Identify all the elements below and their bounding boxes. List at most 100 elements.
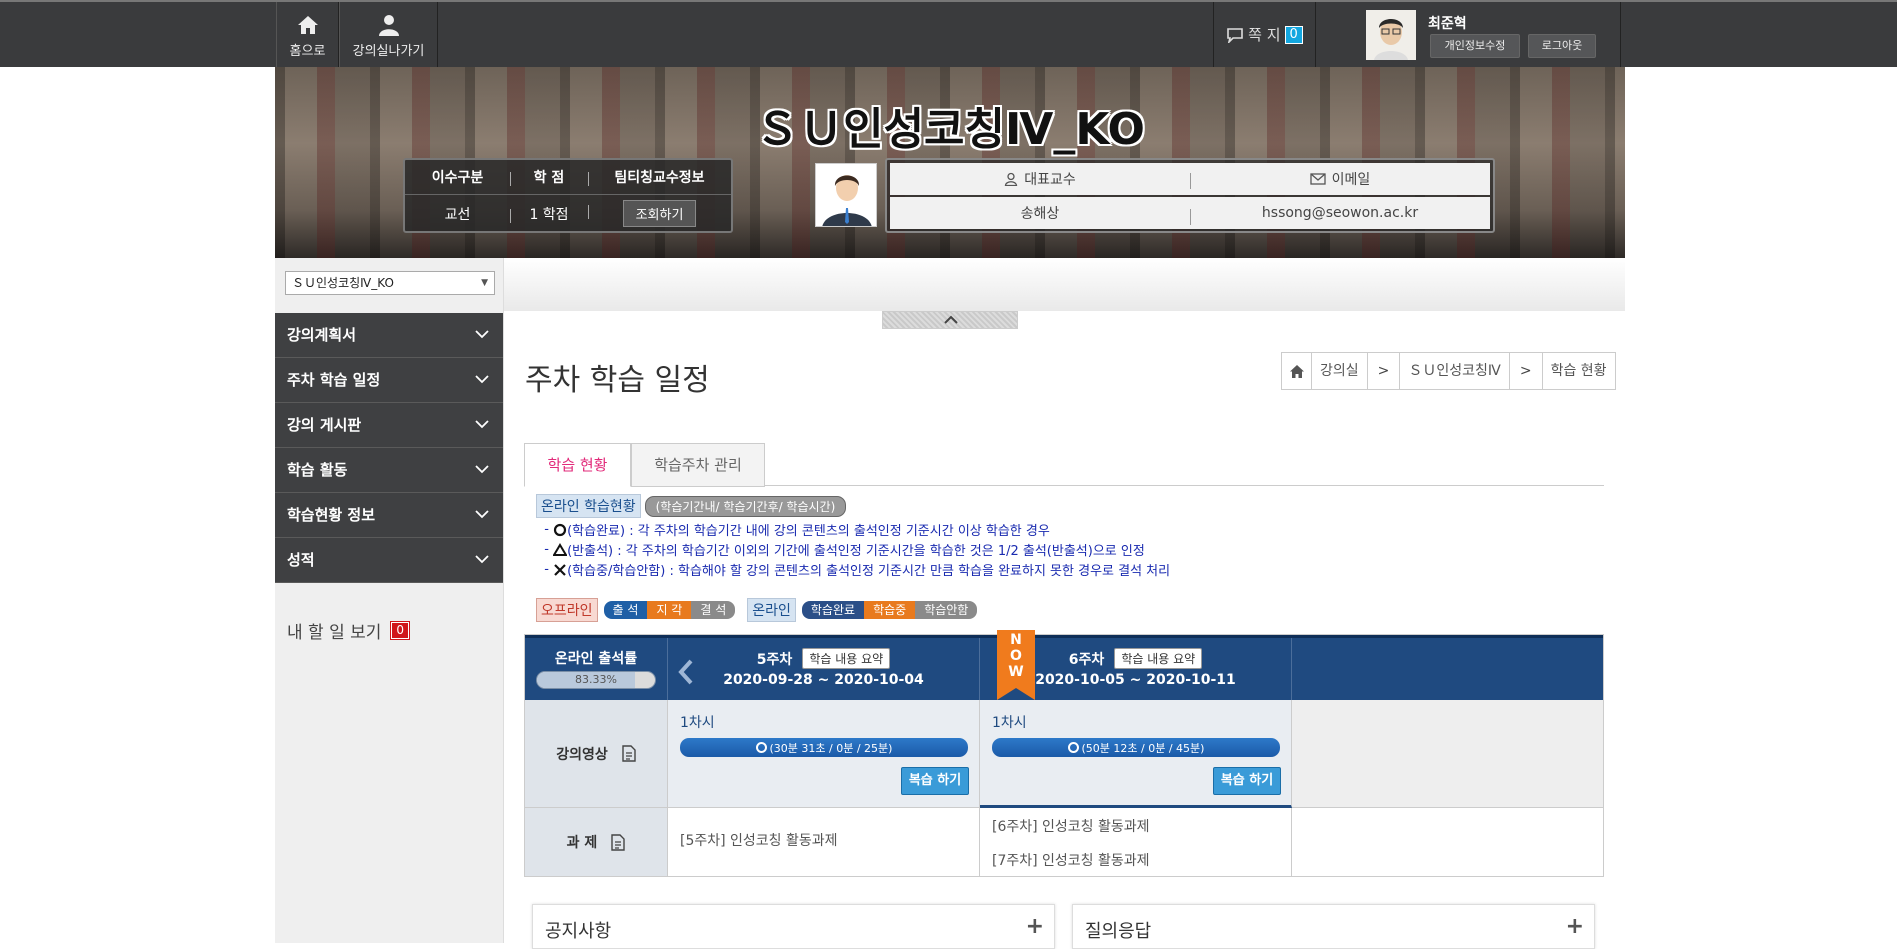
week-6-task-link[interactable]: [6주차] 인성코칭 활동과제 — [992, 816, 1150, 836]
legend-absent-text: (학습중/학습안함) : 학습해야 할 강의 콘텐츠의 출석인정 기준시간 만큼… — [567, 564, 1171, 579]
dropdown-arrow-icon: ▼ — [481, 278, 488, 288]
breadcrumb-course[interactable]: ＳＵ인성코칭Ⅳ — [1400, 353, 1510, 389]
lookup-cell: 조회하기 — [588, 200, 731, 227]
logout-button[interactable]: 로그아웃 — [1528, 34, 1596, 58]
todo-count: 0 — [390, 621, 411, 640]
circle-icon — [755, 742, 767, 753]
qna-more-icon[interactable]: + — [1566, 916, 1584, 938]
home-icon — [297, 16, 318, 34]
week-5-progress-text: (30분 31초 / 0분 / 25분) — [769, 741, 893, 755]
home-icon — [1289, 364, 1304, 378]
breadcrumb-home[interactable] — [1282, 353, 1312, 389]
breadcrumb-separator-icon: > — [1368, 353, 1401, 389]
document-icon — [611, 833, 626, 851]
legend-absent: - (학습중/학습안함) : 학습해야 할 강의 콘텐츠의 출석인정 기준시간 … — [536, 562, 1171, 579]
course-info-values: 교선 1 학점 조회하기 — [405, 196, 731, 231]
message-label: 쪽 지 — [1248, 26, 1281, 44]
prof-email[interactable]: hssong@seowon.ac.kr — [1190, 205, 1490, 225]
message-button[interactable]: 쪽 지 0 — [1213, 2, 1316, 67]
mail-icon — [1310, 173, 1326, 185]
sidebar-item-label: 학습현황 정보 — [287, 506, 376, 524]
course-banner: ＳＵ인성코칭Ⅳ_KO 이수구분 학 점 팀티칭교수정보 교선 1 학점 조회하기… — [275, 67, 1625, 258]
tab-week-management[interactable]: 학습주차 관리 — [631, 443, 765, 487]
circle-icon — [1067, 742, 1079, 753]
course-select[interactable]: ＳＵ인성코칭Ⅳ_KO ▼ — [285, 271, 495, 295]
sidebar-item-label: 강의계획서 — [287, 326, 357, 344]
week-6-session[interactable]: 1차시 — [992, 712, 1027, 732]
course-info-box: 이수구분 학 점 팀티칭교수정보 교선 1 학점 조회하기 — [403, 158, 733, 233]
tab-learning-status[interactable]: 학습 현황 — [524, 443, 631, 487]
exit-classroom-button[interactable]: 강의실나가기 — [339, 2, 438, 67]
row-label-lecture-video: 강의영상 — [525, 700, 668, 808]
week-6-summary-button[interactable]: 학습 내용 요약 — [1114, 648, 1203, 669]
week-5-name: 5주차 — [756, 651, 793, 668]
todo-link[interactable]: 내 할 일 보기 0 — [287, 618, 411, 643]
week-6-review-button[interactable]: 복습 하기 — [1213, 767, 1281, 795]
attendance-rate-text: 83.33% — [575, 673, 617, 686]
chevron-down-icon — [475, 330, 489, 339]
message-count: 0 — [1284, 25, 1303, 44]
week-5-dates: 2020-09-28 ~ 2020-10-04 — [723, 672, 924, 688]
online-in-progress: 학습중 — [864, 601, 916, 619]
empty-video-cell — [1292, 700, 1603, 808]
chevron-up-icon — [944, 315, 958, 324]
chevron-down-icon — [475, 555, 489, 564]
online-legend-header: 온라인 학습현황 (학습기간내/ 학습기간후/ 학습시간) — [536, 494, 847, 518]
week-6-video-cell: 1차시 (50분 12초 / 0분 / 45분) 복습 하기 — [980, 700, 1292, 808]
lookup-button[interactable]: 조회하기 — [622, 200, 697, 227]
value-credit: 1 학점 — [510, 204, 588, 224]
sidebar-item-label: 학습 활동 — [287, 461, 348, 479]
email-label-cell: 이메일 — [1190, 169, 1490, 189]
sidebar-item-activities[interactable]: 학습 활동 — [275, 448, 503, 493]
user-name: 최준혁 — [1428, 16, 1467, 32]
edit-profile-button[interactable]: 개인정보수정 — [1430, 34, 1520, 58]
user-box: 최준혁 개인정보수정 로그아웃 — [1316, 2, 1621, 67]
chevron-down-icon — [475, 465, 489, 474]
week-5-summary-button[interactable]: 학습 내용 요약 — [802, 648, 891, 669]
prof-label: 대표교수 — [1024, 172, 1076, 188]
prof-label-cell: 대표교수 — [890, 169, 1190, 189]
status-legend: 오프라인 출 석 지 각 결 석 온라인 학습완료 학습중 학습안함 — [536, 598, 978, 622]
x-icon — [554, 563, 566, 576]
row-video-text: 강의영상 — [556, 746, 608, 763]
home-button[interactable]: 홈으로 — [276, 2, 339, 67]
exit-label: 강의실나가기 — [352, 44, 425, 59]
tab-bar: 학습 현황 학습주차 관리 — [524, 443, 1604, 487]
course-select-value: ＳＵ인성코칭Ⅳ_KO — [292, 276, 394, 290]
header-team-teaching: 팀티칭교수정보 — [588, 167, 731, 187]
sidebar-item-label: 강의 게시판 — [287, 416, 362, 434]
sidebar-item-grades[interactable]: 성적 — [275, 538, 503, 583]
chevron-down-icon — [475, 510, 489, 519]
legend-half-text: (반출석) : 각 주차의 학습기간 이외의 기간에 출석인정 기준시간을 학습… — [567, 544, 1145, 559]
circle-icon — [553, 523, 567, 536]
chevron-down-icon — [475, 420, 489, 429]
legend-half: - (반출석) : 각 주차의 학습기간 이외의 기간에 출석인정 기준시간을 … — [536, 542, 1145, 559]
top-bar: 홈으로 강의실나가기 쪽 지 0 최준혁 개인정보수정 로그아웃 — [0, 0, 1897, 67]
header-credit: 학 점 — [510, 167, 588, 187]
week-5-review-button[interactable]: 복습 하기 — [901, 767, 969, 795]
offline-present: 출 석 — [603, 601, 648, 619]
sidebar-item-progress-info[interactable]: 학습현황 정보 — [275, 493, 503, 538]
page-title: 주차 학습 일정 — [525, 363, 710, 398]
sidebar-item-board[interactable]: 강의 게시판 — [275, 403, 503, 448]
week-5-session[interactable]: 1차시 — [680, 712, 715, 732]
notice-more-icon[interactable]: + — [1026, 916, 1044, 938]
schedule-header: 온라인 출석률 83.33% 5주차 학습 내용 요약 2020-09-28 ~… — [525, 630, 1603, 700]
week-5-task-link[interactable]: [5주차] 인성코칭 활동과제 — [680, 830, 838, 850]
weekly-schedule-table: 온라인 출석률 83.33% 5주차 학습 내용 요약 2020-09-28 ~… — [524, 630, 1604, 877]
sidebar-menu: 강의계획서 주차 학습 일정 강의 게시판 학습 활동 학습현황 정보 성적 — [275, 313, 503, 583]
professor-avatar — [815, 163, 877, 227]
week-6-progress-bar: (50분 12초 / 0분 / 45분) — [992, 738, 1280, 757]
online-not-started: 학습안함 — [915, 601, 978, 619]
professor-info-header: 대표교수 이메일 — [890, 163, 1490, 195]
content-header-strip — [504, 258, 1625, 311]
breadcrumb-classroom[interactable]: 강의실 — [1312, 353, 1368, 389]
offline-absent: 결 석 — [691, 601, 736, 619]
sidebar-item-label: 성적 — [287, 551, 315, 569]
week-7-task-link[interactable]: [7주차] 인성코칭 활동과제 — [992, 850, 1150, 870]
sidebar-item-weekly-schedule[interactable]: 주차 학습 일정 — [275, 358, 503, 403]
sidebar-item-syllabus[interactable]: 강의계획서 — [275, 313, 503, 358]
collapse-banner-handle[interactable] — [882, 311, 1018, 329]
home-label: 홈으로 — [289, 44, 326, 59]
breadcrumb: 강의실 > ＳＵ인성코칭Ⅳ > 학습 현황 — [1281, 352, 1616, 390]
